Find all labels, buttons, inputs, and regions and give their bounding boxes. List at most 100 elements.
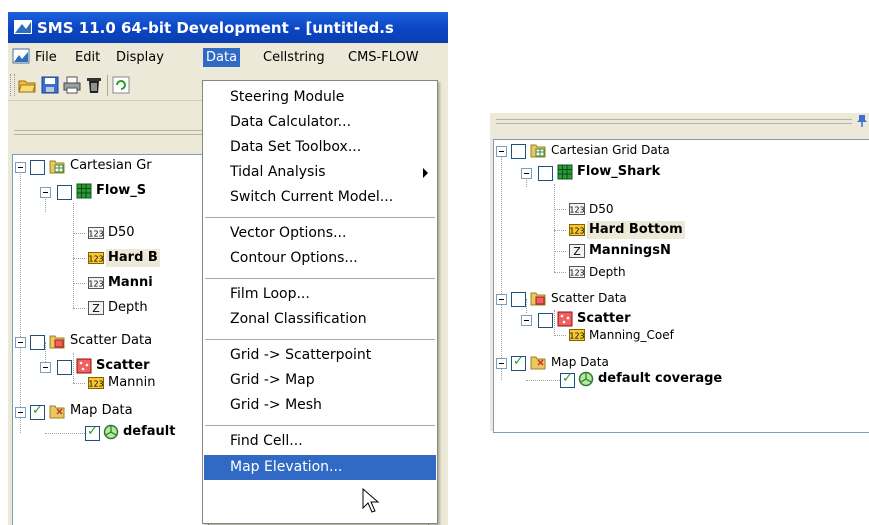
system-menu-icon[interactable] [12,48,30,65]
menu-item-label: Map Elevation... [230,459,343,475]
tree-label-cartesian[interactable]: Cartesian Gr [70,157,152,175]
panel-grip[interactable] [496,119,852,124]
pin-icon[interactable] [856,113,868,127]
menu-item-label: Contour Options... [230,250,358,266]
active-scalar-dataset-icon: 123 [569,224,585,236]
menu-item-label: Steering Module [230,89,345,105]
collapse-toggle[interactable] [15,337,26,348]
coverage-icon [103,424,119,440]
scatter-checkbox[interactable] [57,360,72,375]
svg-text:123: 123 [569,269,584,278]
menu-edit[interactable]: Edit [72,48,103,67]
map-data-checkbox[interactable] [30,403,45,420]
scatter-data-checkbox[interactable] [30,335,45,350]
project-explorer-panel: Cartesian Grid Data Flow_Shark 123 D50 1… [490,113,869,433]
cartesian-grid-checkbox[interactable] [511,144,526,159]
menu-item-find-cell[interactable]: Find Cell... [204,429,436,454]
collapse-toggle[interactable] [496,358,507,369]
menu-separator [205,278,435,279]
title-bar[interactable]: SMS 11.0 64-bit Development - [untitled.… [8,12,448,43]
tree-label-hard-bottom[interactable]: Hard Bottom [587,221,685,239]
menu-item-label: Grid -> Scatterpoint [230,347,372,363]
map-data-checkbox[interactable] [511,354,526,371]
tree-label-map-data[interactable]: Map Data [70,402,133,420]
save-icon[interactable] [41,76,59,94]
menu-item-tidal-analysis[interactable]: Tidal Analysis [204,160,436,185]
collapse-toggle[interactable] [521,315,532,326]
tree-label-d50[interactable]: D50 [108,224,135,242]
tree-label-depth[interactable]: Depth [108,299,148,317]
tree-label-cartesian[interactable]: Cartesian Grid Data [551,141,670,159]
scatter-data-checkbox[interactable] [511,292,526,307]
tree-label-scatter[interactable]: Scatter [96,357,150,375]
menu-item-contour-options[interactable]: Contour Options... [204,246,436,271]
tree-label-manning-coef[interactable]: Manning_Coef [589,326,674,344]
menu-cellstring[interactable]: Cellstring [260,48,328,67]
menu-item-label: Data Calculator... [230,114,352,130]
menu-item-grid-to-scatterpoint[interactable]: Grid -> Scatterpoint [204,343,436,368]
svg-text:123: 123 [569,206,584,215]
tree-label-grid[interactable]: Flow_S [96,182,146,200]
menu-separator [205,425,435,426]
grid-checkbox[interactable] [538,166,553,181]
menu-item-zonal-classification[interactable]: Zonal Classification [204,307,436,332]
active-scalar-dataset-icon: 123 [88,252,104,264]
menu-item-label: Vector Options... [230,225,347,241]
menu-item-film-loop[interactable]: Film Loop... [204,282,436,307]
menu-item-label: Grid -> Mesh [230,397,322,413]
panel-grip[interactable] [14,130,204,135]
menu-file[interactable]: File [32,48,60,67]
coverage-checkbox[interactable] [85,424,100,441]
tree-label-manning-coef[interactable]: Mannin [108,374,156,392]
collapse-toggle[interactable] [40,362,51,373]
menu-item-grid-to-mesh[interactable]: Grid -> Mesh [204,393,436,418]
toolbar-grip[interactable] [10,74,15,96]
delete-icon[interactable] [85,76,103,94]
menu-display[interactable]: Display [113,48,167,67]
menu-item-vector-options[interactable]: Vector Options... [204,221,436,246]
tree-label-scatter-data[interactable]: Scatter Data [70,332,152,350]
menu-item-label: Find Cell... [230,433,303,449]
tree-label-hard-bottom[interactable]: Hard B [106,249,160,267]
menu-cms-flow[interactable]: CMS-FLOW [345,48,422,67]
collapse-toggle[interactable] [40,187,51,198]
tree-label-coverage[interactable]: default [123,423,175,441]
collapse-toggle[interactable] [496,294,507,305]
svg-text:Z: Z [573,245,581,258]
active-scalar-dataset-icon: 123 [88,377,104,389]
tree-label-mannings[interactable]: ManningsN [589,242,671,260]
scalar-dataset-icon: 123 [88,277,104,289]
menu-separator [205,339,435,340]
menu-item-data-calculator[interactable]: Data Calculator... [204,110,436,135]
coverage-icon [578,371,594,387]
menu-item-label: Tidal Analysis [230,164,326,180]
menu-item-switch-current-model[interactable]: Switch Current Model... [204,185,436,210]
tree-label-mannings[interactable]: Manni [108,274,153,292]
collapse-toggle[interactable] [15,162,26,173]
print-icon[interactable] [63,76,81,94]
tree-label-grid[interactable]: Flow_Shark [577,163,660,181]
tree-label-coverage[interactable]: default coverage [598,370,722,388]
tree-label-d50[interactable]: D50 [589,200,614,218]
coverage-checkbox[interactable] [560,371,575,388]
menu-item-map-elevation[interactable]: Map Elevation... [204,455,436,480]
tree-label-map-data[interactable]: Map Data [551,353,609,371]
scalar-dataset-icon: 123 [569,266,585,278]
menu-data[interactable]: Data [203,48,241,67]
collapse-toggle[interactable] [15,407,26,418]
open-folder-icon[interactable] [18,76,36,94]
tree-label-depth[interactable]: Depth [589,263,626,281]
tree-label-scatter-data[interactable]: Scatter Data [551,289,627,307]
menu-item-grid-to-map[interactable]: Grid -> Map [204,368,436,393]
menu-item-steering-module[interactable]: Steering Module [204,85,436,110]
grid-checkbox[interactable] [57,185,72,200]
refresh-icon[interactable] [112,76,130,94]
menu-item-data-set-toolbox[interactable]: Data Set Toolbox... [204,135,436,160]
menu-item-label: Grid -> Map [230,372,315,388]
window-title: SMS 11.0 64-bit Development - [untitled.… [37,19,394,37]
collapse-toggle[interactable] [521,168,532,179]
data-menu-dropdown: Steering Module Data Calculator... Data … [202,80,438,524]
cartesian-grid-checkbox[interactable] [30,160,45,175]
collapse-toggle[interactable] [496,146,507,157]
scatter-checkbox[interactable] [538,313,553,328]
